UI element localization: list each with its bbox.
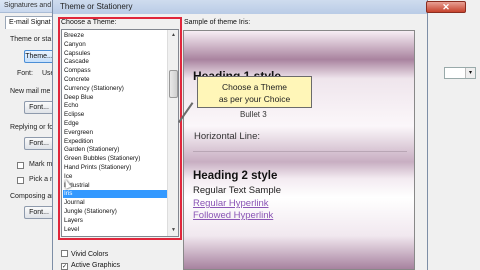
pick-new-label: Pick a n — [29, 176, 54, 183]
dialog-title: Theme or Stationery — [60, 2, 133, 11]
close-icon: ✕ — [442, 2, 450, 12]
composing-label: Composing an — [10, 193, 56, 200]
font-combo[interactable]: ▾ — [444, 67, 476, 79]
preview-followed-hyperlink: Followed Hyperlink — [193, 210, 274, 221]
pick-new-checkbox[interactable] — [17, 177, 24, 184]
vivid-colors-option[interactable]: Vivid Colors — [61, 250, 108, 258]
dialog-titlebar: Theme or Stationery — [53, 0, 427, 14]
preview-bullet: Bullet 3 — [240, 110, 267, 119]
chevron-down-icon[interactable]: ▾ — [465, 68, 475, 78]
font-button-composing[interactable]: Font... — [24, 206, 54, 219]
new-mail-label: New mail me — [10, 88, 51, 95]
theme-preview: Heading 1 style Bullet 3 Horizontal Line… — [183, 30, 415, 270]
highlight-box — [58, 17, 182, 240]
active-graphics-option[interactable]: ✓ Active Graphics — [61, 262, 120, 270]
signatures-right-panel: ▾ — [428, 0, 480, 270]
theme-button[interactable]: Theme... — [24, 50, 54, 63]
preview-hyperlink: Regular Hyperlink — [193, 198, 269, 209]
active-graphics-label: Active Graphics — [71, 262, 121, 269]
font-button-new-mail[interactable]: Font... — [24, 101, 54, 114]
vivid-colors-label: Vivid Colors — [71, 251, 109, 258]
preview-horizontal-line-label: Horizontal Line: — [194, 131, 261, 142]
preview-body-text: Regular Text Sample — [193, 185, 282, 196]
preview-heading2: Heading 2 style — [193, 170, 278, 182]
tab-email-signature[interactable]: E-mail Signat — [5, 16, 59, 29]
signatures-title: Signatures and — [4, 2, 52, 9]
font-label: Font: — [17, 70, 33, 77]
theme-label: Theme or sta — [10, 36, 52, 43]
preview-horizontal-rule — [193, 151, 407, 152]
replying-label: Replying or fo — [10, 124, 54, 131]
close-button[interactable]: ✕ — [426, 1, 466, 13]
vivid-colors-checkbox[interactable] — [61, 250, 68, 257]
instruction-callout: Choose a Theme as per your Choice — [197, 76, 312, 108]
callout-line2: as per your Choice — [218, 94, 291, 104]
font-button-replying[interactable]: Font... — [24, 137, 54, 150]
sample-label: Sample of theme Iris: — [184, 19, 251, 26]
callout-line1: Choose a Theme — [221, 82, 288, 92]
mark-my-checkbox[interactable] — [17, 162, 24, 169]
active-graphics-checkbox[interactable]: ✓ — [61, 263, 68, 270]
